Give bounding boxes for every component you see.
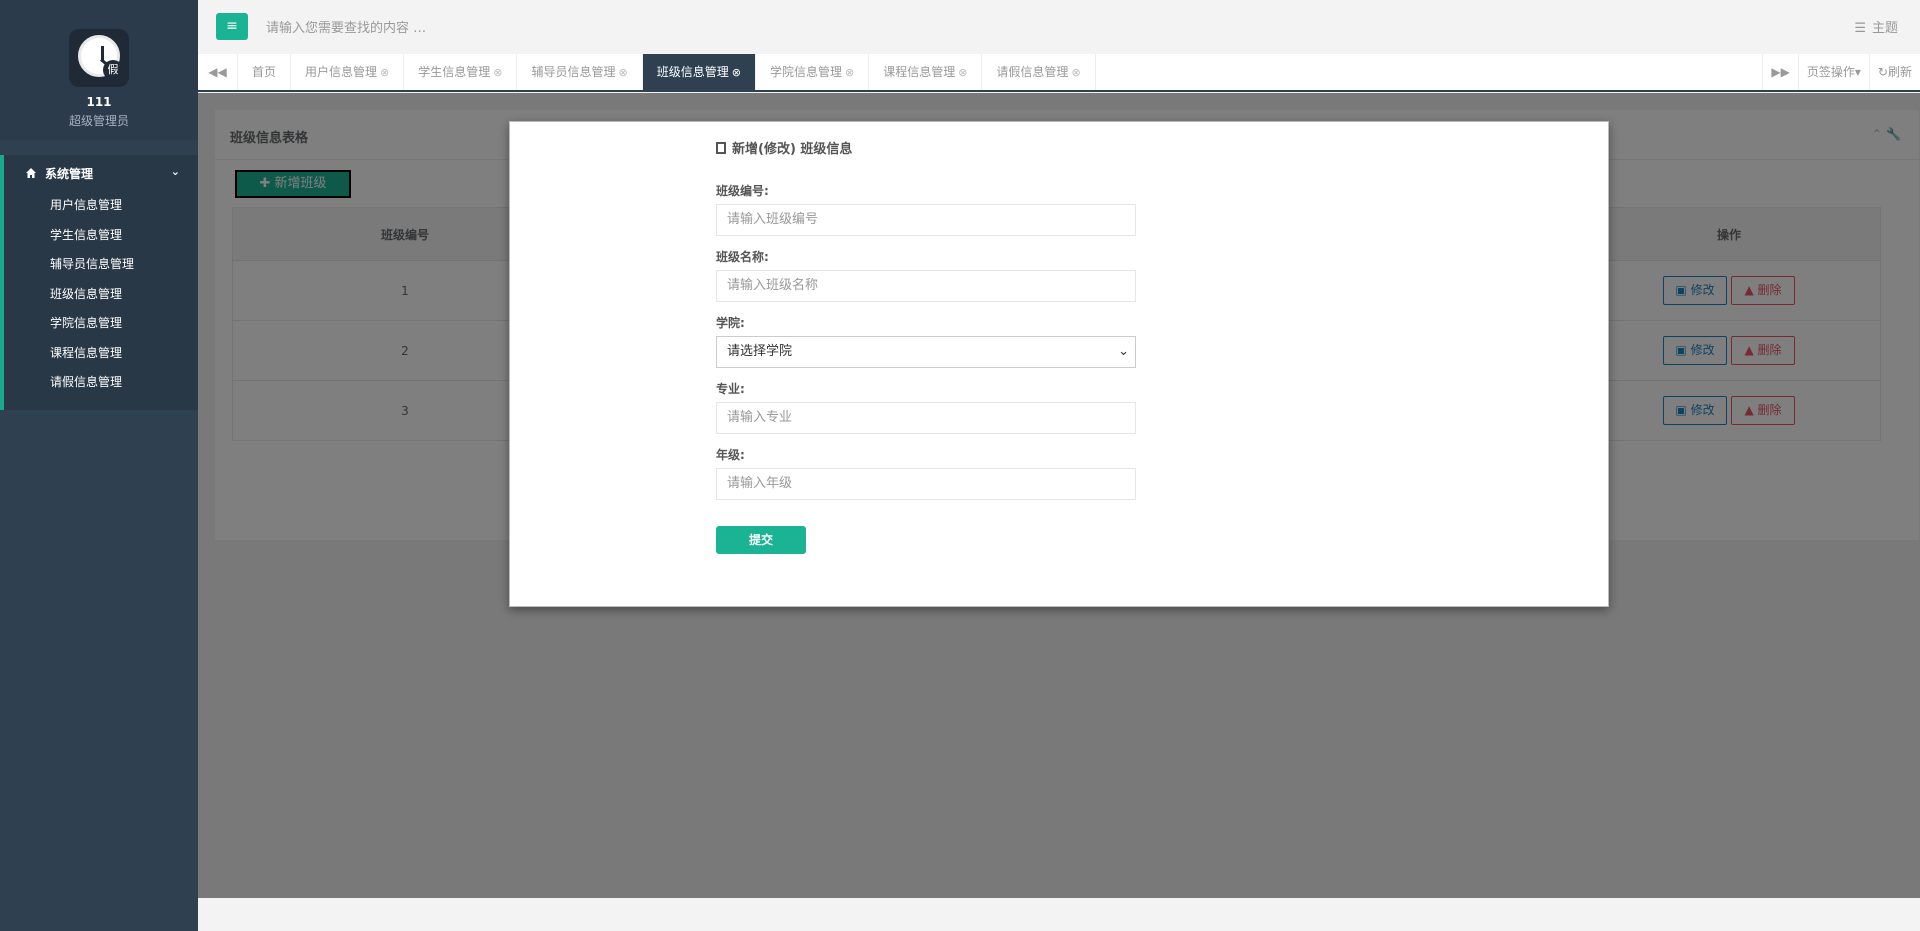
sidebar-item-courses[interactable]: 课程信息管理 bbox=[4, 339, 198, 369]
double-right-icon: ▶▶ bbox=[1771, 65, 1790, 79]
major-label: 专业: bbox=[716, 382, 745, 396]
sidebar-item-counselors[interactable]: 辅导员信息管理 bbox=[4, 250, 198, 280]
close-icon[interactable]: ⊗ bbox=[732, 66, 741, 79]
home-icon bbox=[26, 168, 36, 178]
tab-tools: ▶▶ 页签操作▾ ↻刷新 bbox=[1762, 54, 1920, 90]
refresh-icon: ↻ bbox=[1877, 65, 1888, 79]
college-select-value: 请选择学院 bbox=[727, 344, 793, 359]
tab-scroll-left-button[interactable]: ◀◀ bbox=[198, 54, 238, 90]
logo-badge: 假 bbox=[103, 60, 123, 80]
submit-button[interactable]: 提交 bbox=[716, 526, 806, 554]
tab-label: 用户信息管理 bbox=[305, 65, 378, 79]
sidebar-nav: 系统管理 ⌄ 用户信息管理 学生信息管理 辅导员信息管理 班级信息管理 学院信息… bbox=[0, 155, 198, 410]
profile-block: 假 111 超级管理员 bbox=[0, 0, 198, 140]
tab-scroll-right-button[interactable]: ▶▶ bbox=[1762, 54, 1798, 90]
college-label: 学院: bbox=[716, 316, 745, 330]
tab-colleges[interactable]: 学院信息管理 ⊗ bbox=[756, 54, 870, 90]
copy-icon bbox=[716, 142, 726, 154]
close-icon[interactable]: ⊗ bbox=[493, 66, 502, 79]
user-name[interactable]: 111 bbox=[0, 95, 198, 109]
theme-button[interactable]: ☰ 主题 bbox=[1854, 17, 1898, 36]
close-icon[interactable]: ⊗ bbox=[619, 66, 628, 79]
list-icon: ☰ bbox=[1854, 21, 1866, 36]
tab-label: 首页 bbox=[252, 65, 277, 79]
tab-label: 请假信息管理 bbox=[996, 65, 1069, 79]
tab-courses[interactable]: 课程信息管理 ⊗ bbox=[869, 54, 983, 90]
tab-label: 学生信息管理 bbox=[418, 65, 491, 79]
tab-students[interactable]: 学生信息管理 ⊗ bbox=[404, 54, 518, 90]
sidebar-item-colleges[interactable]: 学院信息管理 bbox=[4, 309, 198, 339]
footer-bar bbox=[198, 898, 1920, 931]
class-form-modal: 新增(修改) 班级信息 班级编号: 请输入班级编号 班级名称: 请输入班级名称 … bbox=[509, 121, 1609, 607]
grade-input[interactable]: 请输入年级 bbox=[716, 468, 1136, 500]
menu-icon: ≡ bbox=[226, 18, 238, 34]
tab-bar: ◀◀ 首页 用户信息管理 ⊗ 学生信息管理 ⊗ 辅导员信息管理 ⊗ 班级信息管理 ⊗ 学… bbox=[198, 54, 1920, 92]
user-role: 超级管理员 bbox=[68, 114, 129, 128]
search-input[interactable]: 请输入您需要查找的内容 … bbox=[266, 17, 426, 36]
modal-title: 新增(修改) 班级信息 bbox=[716, 138, 852, 157]
tab-label: 课程信息管理 bbox=[883, 65, 956, 79]
tab-label: 学院信息管理 bbox=[769, 65, 842, 79]
sidebar-section-label: 系统管理 bbox=[45, 166, 94, 181]
chevron-down-icon: ⌄ bbox=[170, 165, 180, 178]
sidebar-item-users[interactable]: 用户信息管理 bbox=[4, 191, 198, 221]
page-ops-label: 页签操作 bbox=[1806, 65, 1855, 79]
class-name-label: 班级名称: bbox=[716, 250, 769, 264]
theme-label: 主题 bbox=[1871, 21, 1898, 36]
tab-classes[interactable]: 班级信息管理 ⊗ bbox=[642, 54, 756, 90]
top-bar: ≡ 请输入您需要查找的内容 … ☰ 主题 bbox=[198, 0, 1920, 53]
class-form: 班级编号: 请输入班级编号 班级名称: 请输入班级名称 学院: 请选择学院 ⌄ 专… bbox=[716, 182, 1136, 512]
double-left-icon: ◀◀ bbox=[208, 65, 227, 79]
sidebar: 假 111 超级管理员 系统管理 ⌄ 用户信息管理 学生信息管理 辅导员信息管理… bbox=[0, 0, 198, 931]
class-name-input[interactable]: 请输入班级名称 bbox=[716, 270, 1136, 302]
class-id-label: 班级编号: bbox=[716, 184, 769, 198]
class-id-input[interactable]: 请输入班级编号 bbox=[716, 204, 1136, 236]
sidebar-item-classes[interactable]: 班级信息管理 bbox=[4, 280, 198, 310]
tab-leave[interactable]: 请假信息管理 ⊗ bbox=[982, 54, 1096, 90]
refresh-label: 刷新 bbox=[1887, 65, 1912, 79]
app-logo: 假 bbox=[69, 29, 129, 87]
refresh-button[interactable]: ↻刷新 bbox=[1868, 54, 1920, 90]
grade-label: 年级: bbox=[716, 448, 745, 462]
close-icon[interactable]: ⊗ bbox=[958, 66, 967, 79]
tab-users[interactable]: 用户信息管理 ⊗ bbox=[291, 54, 405, 90]
tab-label: 辅导员信息管理 bbox=[531, 65, 616, 79]
tab-home[interactable]: 首页 bbox=[238, 54, 292, 90]
chevron-down-icon: ⌄ bbox=[1118, 344, 1129, 359]
close-icon[interactable]: ⊗ bbox=[1071, 66, 1080, 79]
sidebar-section-system[interactable]: 系统管理 ⌄ bbox=[4, 155, 198, 191]
page-ops-dropdown[interactable]: 页签操作▾ bbox=[1797, 54, 1869, 90]
caret-down-icon: ▾ bbox=[1854, 65, 1861, 79]
menu-toggle-button[interactable]: ≡ bbox=[216, 13, 248, 40]
close-icon[interactable]: ⊗ bbox=[845, 66, 854, 79]
tab-counselors[interactable]: 辅导员信息管理 ⊗ bbox=[517, 54, 643, 90]
college-select[interactable]: 请选择学院 ⌄ bbox=[716, 336, 1136, 368]
close-icon[interactable]: ⊗ bbox=[380, 66, 389, 79]
major-input[interactable]: 请输入专业 bbox=[716, 402, 1136, 434]
modal-title-text: 新增(修改) 班级信息 bbox=[732, 142, 853, 157]
tab-label: 班级信息管理 bbox=[656, 65, 729, 79]
sidebar-item-students[interactable]: 学生信息管理 bbox=[4, 221, 198, 251]
sidebar-item-leave[interactable]: 请假信息管理 bbox=[4, 368, 198, 398]
